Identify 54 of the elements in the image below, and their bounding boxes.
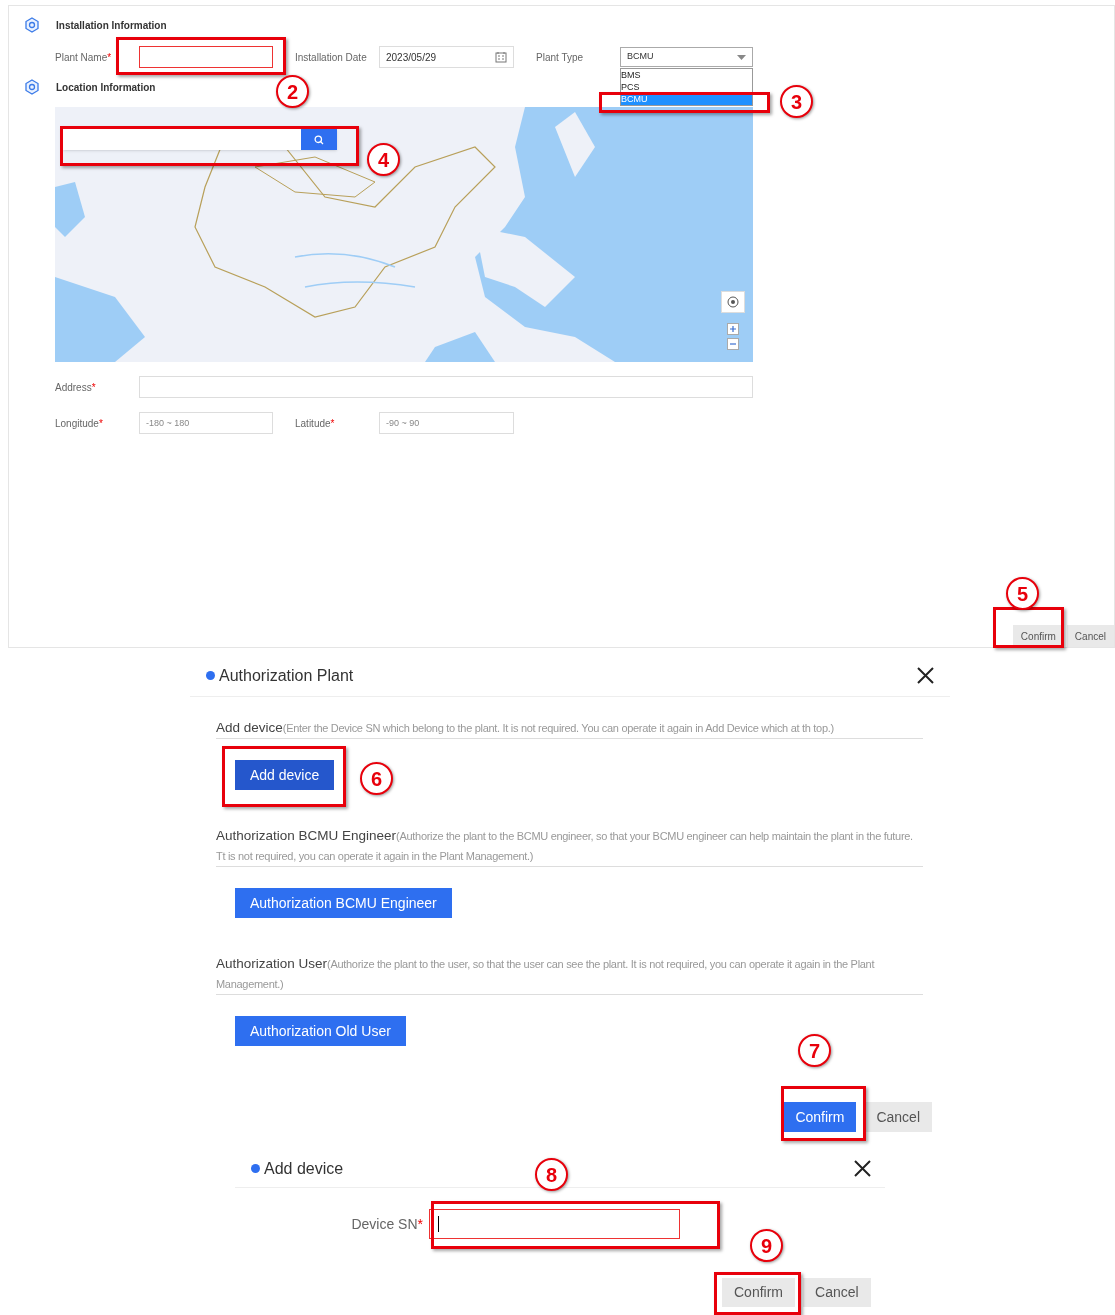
section-heading: Location Information <box>56 80 156 95</box>
plant-name-field[interactable] <box>139 46 273 68</box>
field-label: Installation Date <box>295 50 368 65</box>
close-icon[interactable] <box>917 667 934 684</box>
zoom-out-button[interactable] <box>727 338 739 350</box>
step-number: 3 <box>780 85 813 118</box>
confirm-button[interactable]: Confirm <box>783 1102 857 1132</box>
target-icon <box>727 296 739 308</box>
action-button[interactable]: Authorization BCMU Engineer <box>235 888 452 918</box>
dialog-title: Add device <box>264 1158 344 1179</box>
field-label: Device SN* <box>350 1214 424 1234</box>
section-heading: Installation Information <box>56 18 167 33</box>
field-label: Plant Name* <box>55 50 113 65</box>
date-field[interactable]: 2023/05/29 <box>379 46 514 68</box>
step-number: 8 <box>535 1158 568 1191</box>
search-icon <box>314 134 324 145</box>
close-icon[interactable] <box>854 1160 871 1177</box>
field-label: Address* <box>55 380 97 395</box>
plus-icon <box>729 325 737 333</box>
minus-icon <box>729 340 737 348</box>
map-search-field[interactable] <box>63 129 337 150</box>
dialog-button[interactable]: Cancel <box>803 1278 871 1307</box>
search-button[interactable] <box>301 129 337 150</box>
step-number: 6 <box>360 762 393 795</box>
action-button[interactable]: Authorization Old User <box>235 1016 406 1046</box>
step-number: 7 <box>798 1034 831 1067</box>
plant-type-select[interactable]: BCMU <box>620 47 753 67</box>
zoom-in-button[interactable] <box>727 323 739 335</box>
step-number: 9 <box>750 1229 783 1262</box>
section-description: Authorization BCMU Engineer(Authorize the plant to the BCMU engineer, so that your BCMU engineer can help maintain the plant in the future. Tt is not required, you can operate it again in the Plant Management.) <box>216 826 923 867</box>
text-cursor <box>438 1216 439 1232</box>
step-number: 5 <box>1006 577 1039 610</box>
hexagon-icon <box>24 79 40 95</box>
dialog-button[interactable]: Confirm <box>722 1278 795 1307</box>
dialog-title: Authorization Plant <box>219 665 354 686</box>
device-sn-field[interactable] <box>429 1209 680 1239</box>
field-label: Latitude* <box>295 416 336 431</box>
field-label: Plant Type <box>536 50 585 65</box>
longitude-field[interactable]: -180 ~ 180 <box>139 412 273 434</box>
hexagon-icon <box>24 17 40 33</box>
action-button[interactable]: Add device <box>235 760 335 790</box>
section-description: Add device(Enter the Device SN which belong to the plant. It is not required. You can operate it again in Add Device which at th top.) <box>216 718 923 739</box>
step-number: 2 <box>276 75 309 108</box>
dropdown-option[interactable]: PCS <box>621 81 752 93</box>
caret-icon <box>737 54 746 60</box>
dialog-button[interactable]: Cancel <box>864 1102 932 1132</box>
latitude-field[interactable]: -90 ~ 90 <box>379 412 514 434</box>
locate-button[interactable] <box>721 291 745 313</box>
field-label: Longitude* <box>55 416 104 431</box>
address-field[interactable] <box>139 376 753 398</box>
dialog-button[interactable]: Cancel <box>1066 625 1114 647</box>
calendar-icon <box>495 51 507 63</box>
dropdown-option[interactable]: BMS <box>621 69 752 81</box>
section-description: Authorization User(Authorize the plant to the user, so that the user can see the plant. It is not required, you can operate it again in the Plant Management.) <box>216 954 923 995</box>
